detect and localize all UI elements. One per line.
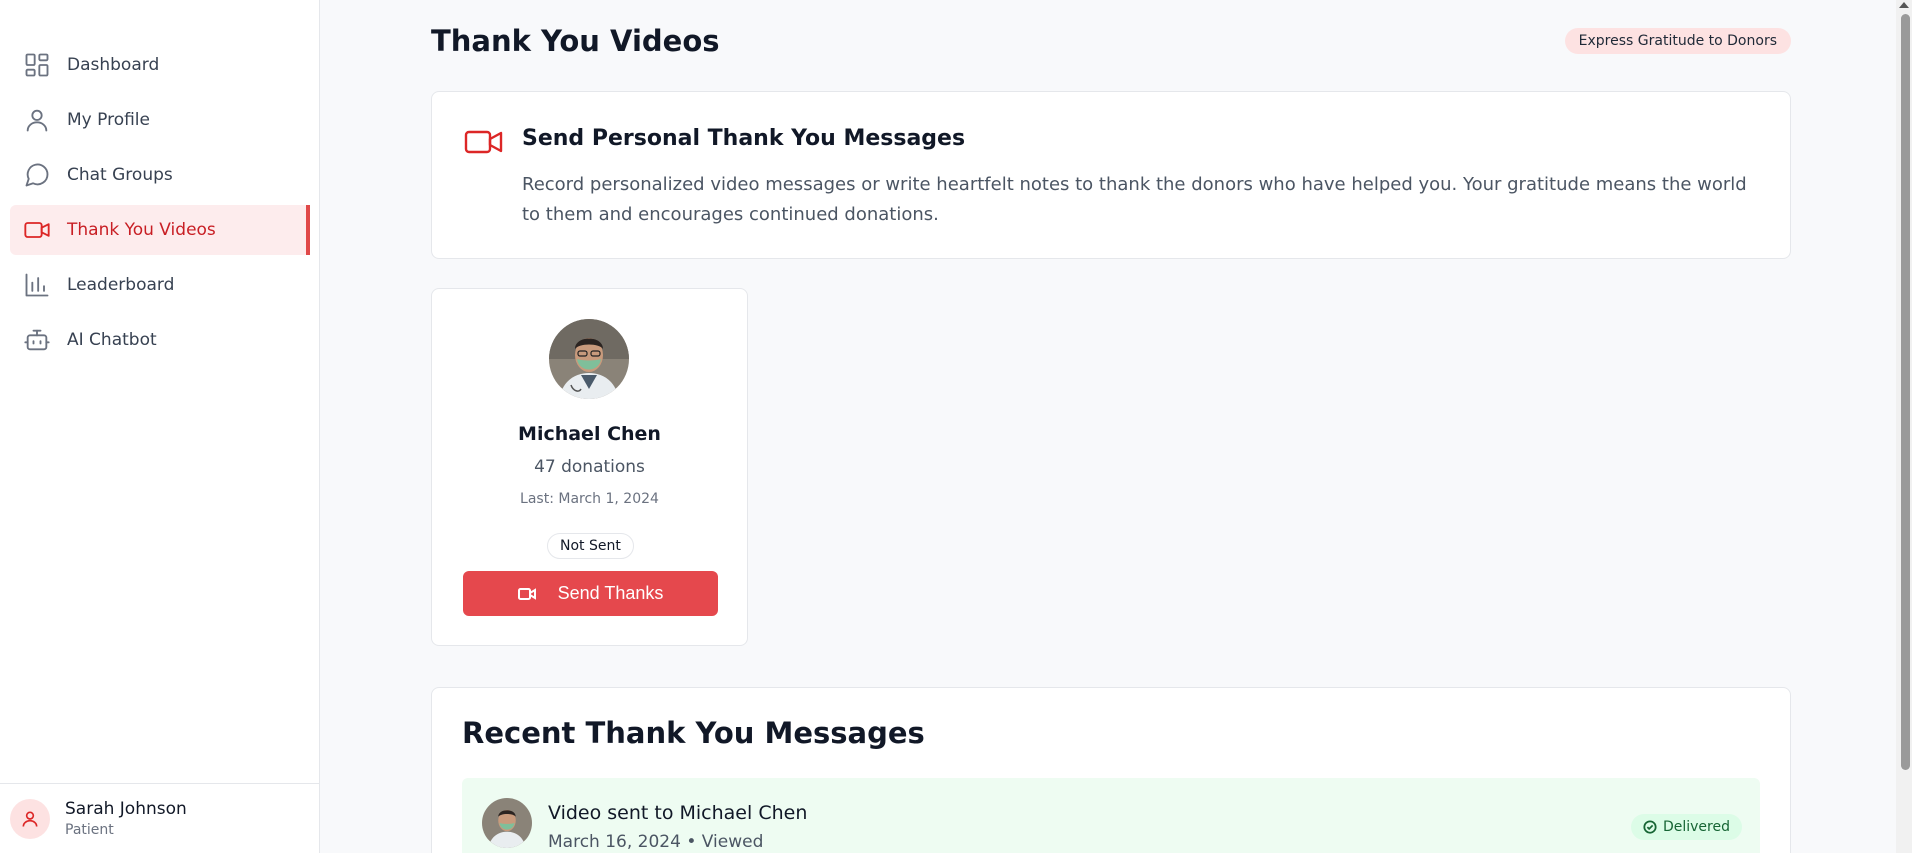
- sidebar-item-label: Thank You Videos: [67, 220, 216, 240]
- donor-card: Michael Chen 47 donations Last: March 1,…: [431, 288, 748, 646]
- avatar: [482, 798, 532, 848]
- page-title: Thank You Videos: [431, 24, 720, 58]
- status-badge: Not Sent: [547, 533, 634, 559]
- donor-avatar: [549, 319, 629, 399]
- sidebar-item-chat-groups[interactable]: Chat Groups: [10, 150, 310, 200]
- sidebar: Dashboard My Profile Chat Groups Thank Y…: [0, 0, 320, 853]
- video-camera-icon: [517, 587, 536, 600]
- user-profile[interactable]: Sarah Johnson Patient: [0, 783, 319, 853]
- sidebar-item-label: Leaderboard: [67, 275, 175, 295]
- sidebar-item-label: Dashboard: [67, 55, 160, 75]
- user-role: Patient: [65, 822, 114, 838]
- donor-name: Michael Chen: [518, 423, 661, 445]
- send-thanks-label: Send Thanks: [557, 583, 664, 603]
- recent-messages-card: Recent Thank You Messages Video sent to …: [431, 687, 1791, 853]
- message-title: Video sent to Michael Chen: [548, 802, 808, 824]
- intro-card: Send Personal Thank You Messages Record …: [431, 91, 1791, 259]
- sidebar-item-label: Chat Groups: [67, 165, 173, 185]
- video-camera-icon: [464, 126, 504, 158]
- donor-last-donation: Last: March 1, 2024: [520, 491, 659, 507]
- sidebar-item-leaderboard[interactable]: Leaderboard: [10, 260, 310, 310]
- sidebar-item-my-profile[interactable]: My Profile: [10, 95, 310, 145]
- page-scrollbar[interactable]: [1896, 0, 1912, 853]
- chat-bubble-icon: [22, 160, 52, 190]
- avatar: [10, 798, 50, 839]
- bar-chart-icon: [22, 270, 52, 300]
- user-icon: [22, 105, 52, 135]
- scroll-up-arrow-icon[interactable]: [1899, 2, 1909, 8]
- header-badge: Express Gratitude to Donors: [1564, 28, 1791, 54]
- sidebar-item-thank-you-videos[interactable]: Thank You Videos: [10, 205, 310, 255]
- send-thanks-button[interactable]: Send Thanks: [463, 571, 718, 616]
- delivered-label: Delivered: [1662, 819, 1730, 835]
- message-meta: March 16, 2024 • Viewed: [548, 832, 764, 852]
- user-icon: [22, 811, 38, 827]
- donor-donation-count: 47 donations: [534, 457, 645, 477]
- intro-description: Record personalized video messages or wr…: [522, 174, 1747, 225]
- check-circle-icon: [1643, 820, 1657, 834]
- dashboard-grid-icon: [22, 50, 52, 80]
- video-camera-icon: [22, 215, 52, 245]
- user-name: Sarah Johnson: [65, 799, 187, 819]
- list-item[interactable]: Video sent to Michael Chen March 16, 202…: [462, 778, 1760, 853]
- sidebar-nav: Dashboard My Profile Chat Groups Thank Y…: [10, 40, 310, 370]
- sidebar-item-dashboard[interactable]: Dashboard: [10, 40, 310, 90]
- robot-icon: [22, 325, 52, 355]
- scrollbar-thumb[interactable]: [1901, 14, 1910, 770]
- intro-title: Send Personal Thank You Messages: [522, 126, 966, 151]
- status-badge: Delivered: [1630, 814, 1742, 840]
- sidebar-item-label: AI Chatbot: [67, 330, 157, 350]
- sidebar-item-ai-chatbot[interactable]: AI Chatbot: [10, 315, 310, 365]
- sidebar-item-label: My Profile: [67, 110, 150, 130]
- recent-messages-title: Recent Thank You Messages: [462, 716, 925, 750]
